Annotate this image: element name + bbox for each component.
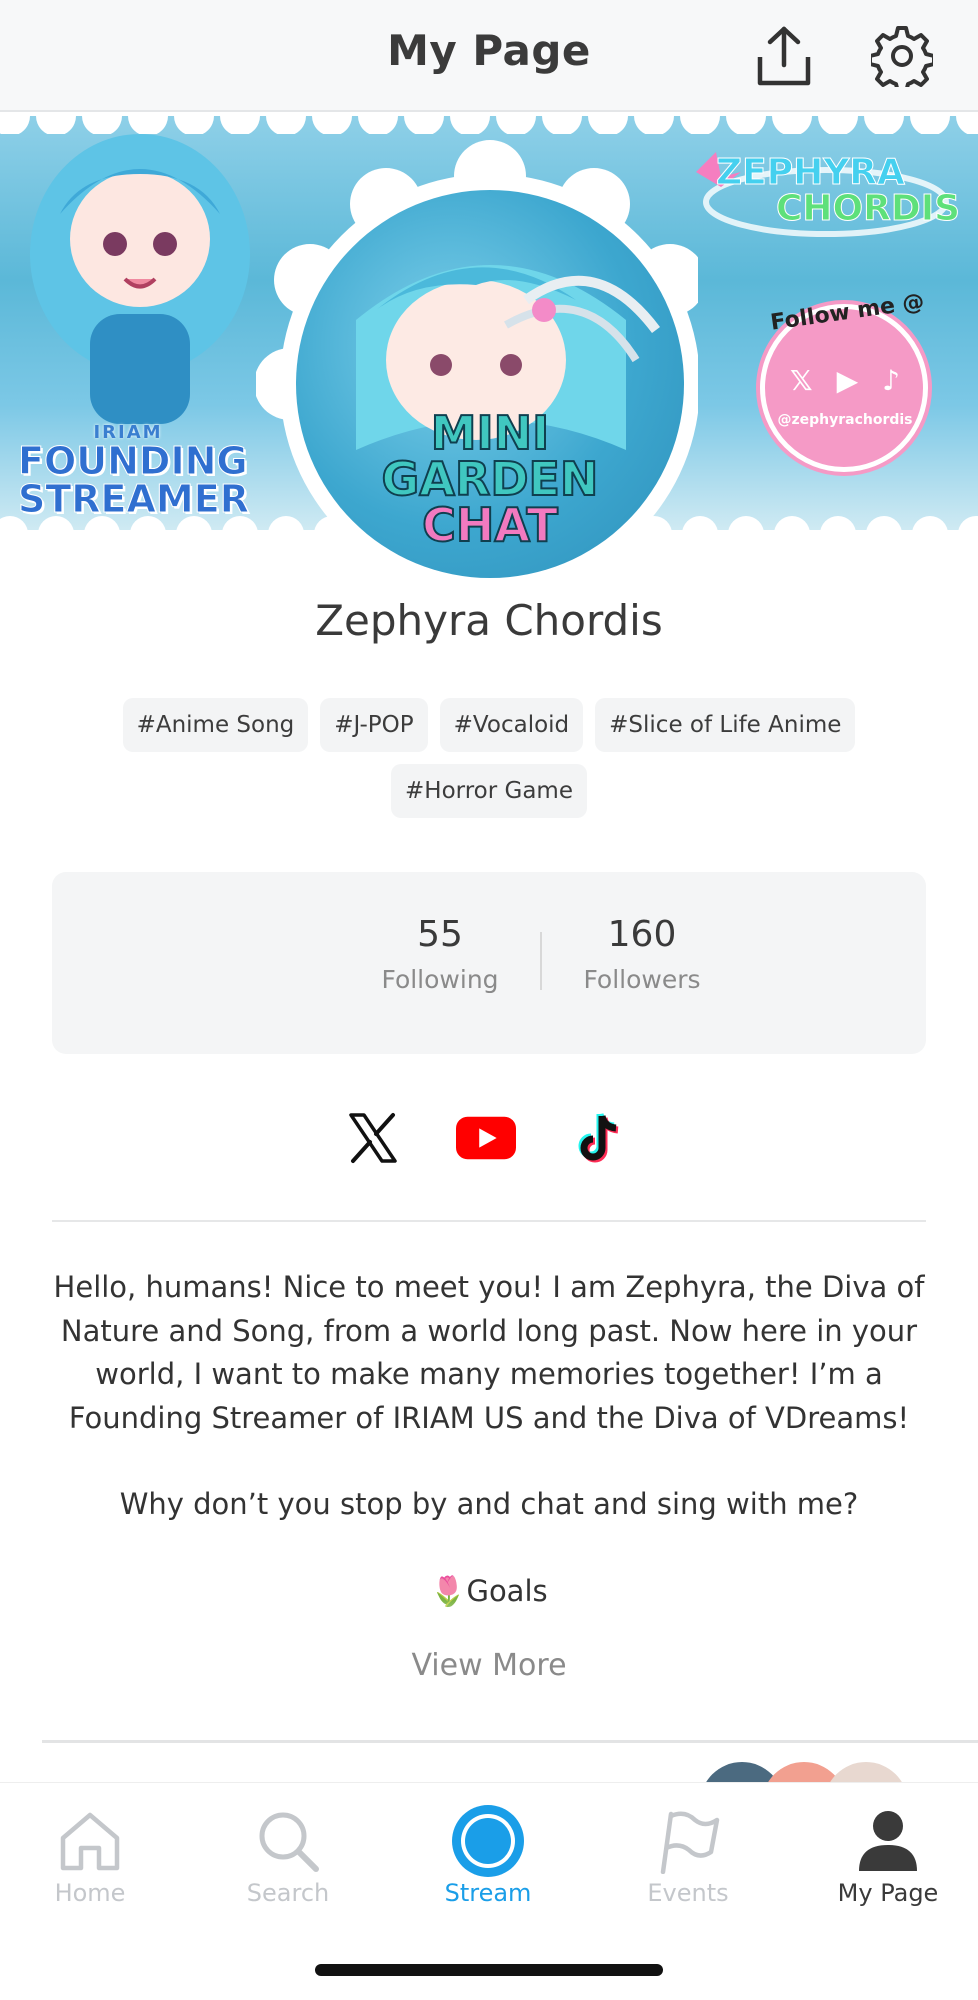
tab-stream[interactable]: Stream xyxy=(408,1805,568,1907)
fan-avatar xyxy=(824,1762,908,1784)
person-icon xyxy=(859,1811,917,1871)
youtube-logo-icon xyxy=(456,1116,516,1160)
bio-paragraph: Hello, humans! Nice to meet you! I am Ze… xyxy=(53,1270,925,1435)
share-upload-icon xyxy=(757,26,811,86)
avatar[interactable]: MINI GARDEN CHAT xyxy=(256,140,698,580)
view-more-button[interactable]: View More xyxy=(0,1648,978,1683)
share-button[interactable] xyxy=(750,22,818,90)
following-label: Following xyxy=(381,965,499,994)
tag-chip[interactable]: #Vocaloid xyxy=(439,698,584,752)
section-divider xyxy=(42,1740,978,1743)
follow-me-handle: @zephyrachordis xyxy=(777,412,913,428)
follow-stats-card: 55 Following 160 Followers xyxy=(52,872,926,1054)
home-indicator-bar xyxy=(315,1964,663,1976)
x-logo-icon xyxy=(349,1113,397,1163)
followers-label: Followers xyxy=(583,965,701,994)
flag-icon xyxy=(660,1811,720,1874)
tab-home[interactable]: Home xyxy=(10,1805,170,1907)
profile-bio: Hello, humans! Nice to meet you! I am Ze… xyxy=(50,1266,928,1640)
page-title: My Page xyxy=(387,26,591,75)
stream-icon xyxy=(452,1805,524,1877)
followers-count: 160 xyxy=(607,914,677,955)
followers-stat[interactable]: 160 Followers xyxy=(542,914,742,994)
home-icon xyxy=(60,1812,120,1871)
tab-search[interactable]: Search xyxy=(208,1805,368,1907)
bio-fade-overlay xyxy=(50,1600,928,1640)
founding-streamer-badge: IRIAM FOUNDING STREAMER xyxy=(18,422,250,521)
tag-chip[interactable]: #Anime Song xyxy=(122,698,309,752)
x-logo-icon: 𝕏 xyxy=(790,364,813,397)
tag-chip[interactable]: #Horror Game xyxy=(391,764,587,818)
tag-chip[interactable]: #Slice of Life Anime xyxy=(595,698,856,752)
top-bar: My Page xyxy=(0,0,978,112)
tiktok-logo-icon: ♪ xyxy=(882,364,900,397)
avatar-overlay-text: MINI GARDEN CHAT xyxy=(381,406,600,552)
following-count: 55 xyxy=(417,914,463,955)
tiktok-link-button[interactable] xyxy=(572,1108,632,1168)
fan-section-peek xyxy=(0,1744,978,1784)
settings-button[interactable] xyxy=(868,22,936,90)
tag-list-row-1: #Anime Song #J-POP #Vocaloid #Slice of L… xyxy=(60,698,918,752)
search-icon xyxy=(259,1812,319,1872)
section-divider xyxy=(52,1220,926,1222)
tab-my-page[interactable]: My Page xyxy=(808,1805,968,1907)
profile-name: Zephyra Chordis xyxy=(315,596,663,645)
brand-logo: ZEPHYRA CHORDIS xyxy=(676,142,961,242)
following-stat[interactable]: 55 Following xyxy=(340,914,540,994)
follow-me-icons: 𝕏 ▶ ♪ xyxy=(790,364,900,397)
avatar-image: MINI GARDEN CHAT xyxy=(296,190,684,578)
tag-chip[interactable]: #J-POP xyxy=(320,698,428,752)
banner-top-scallop xyxy=(0,114,978,134)
bio-paragraph: Why don’t you stop by and chat and sing … xyxy=(119,1487,859,1521)
youtube-link-button[interactable] xyxy=(456,1108,516,1168)
youtube-logo-icon: ▶ xyxy=(836,364,859,397)
tab-events[interactable]: Events xyxy=(608,1805,768,1907)
tiktok-logo-icon xyxy=(578,1113,619,1163)
x-link-button[interactable] xyxy=(343,1108,403,1168)
gear-icon xyxy=(871,26,933,87)
tag-list-row-2: #Horror Game xyxy=(60,764,918,818)
